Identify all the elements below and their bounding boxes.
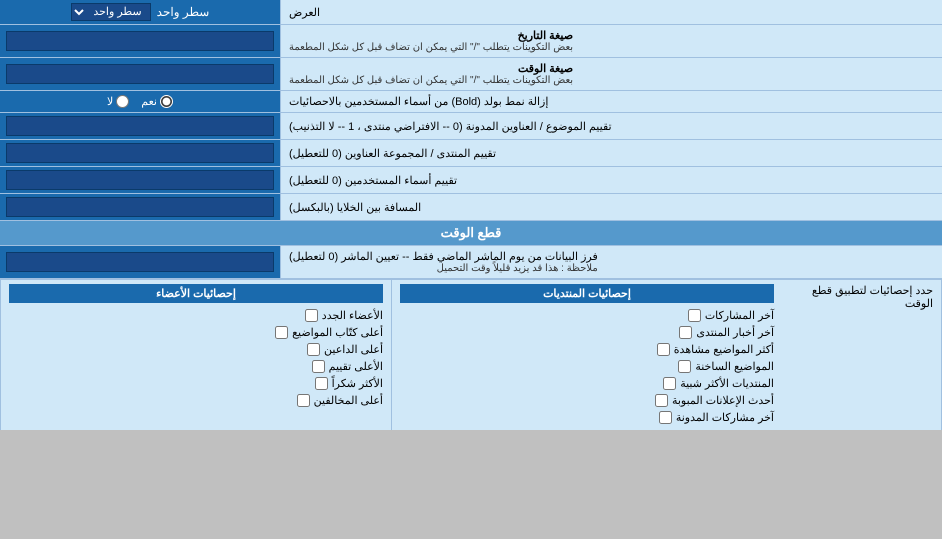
checkbox-last-news[interactable] [679, 326, 692, 339]
main-container: العرض سطر واحد سطر واحد سطرين ثلاثة أسطر… [0, 0, 942, 430]
bold-radio-no[interactable] [116, 95, 129, 108]
checkbox-last-posts[interactable] [688, 309, 701, 322]
forum-group-label: تقييم المنتدى / المجموعة العناوين (0 للت… [280, 140, 942, 166]
time-format-input[interactable]: H:i [6, 64, 274, 84]
cell-spacing-label: المسافة بين الخلايا (بالبكسل) [280, 194, 942, 220]
username-order-input[interactable]: 0 [6, 170, 274, 190]
header-label: العرض [280, 0, 942, 24]
checkbox-top-violators[interactable] [297, 394, 310, 407]
time-cut-row-note: ملاحظة : هذا قد يزيد قليلاً وقت التحميل [289, 263, 598, 274]
username-order-input-wrapper: 0 [0, 167, 280, 193]
bold-radio-yes[interactable] [160, 95, 173, 108]
topic-address-label: تقييم الموضوع / العناوين المدونة (0 -- ا… [280, 113, 942, 139]
checkbox-item: أعلى الداعين [9, 341, 383, 358]
checkbox-item: آخر المشاركات [400, 307, 774, 324]
bottom-left-label: حدد إحصائيات لتطبيق قطع الوقت [782, 280, 942, 430]
checkbox-top-rated[interactable] [312, 360, 325, 373]
bold-radio-no-label: لا [107, 95, 129, 108]
header-row: العرض سطر واحد سطر واحد سطرين ثلاثة أسطر [0, 0, 942, 25]
checkbox-item: المواضيع الساخنة [400, 358, 774, 375]
cell-spacing-title: المسافة بين الخلايا (بالبكسل) [289, 201, 421, 214]
checkbox-item: آخر مشاركات المدونة [400, 409, 774, 426]
checkbox-latest-ads[interactable] [655, 394, 668, 407]
checkboxes-outer: حدد إحصائيات لتطبيق قطع الوقت إحصائيات ا… [0, 280, 942, 430]
username-order-title: تقييم أسماء المستخدمين (0 للتعطيل) [289, 174, 457, 187]
time-format-row: صيغة الوقت بعض التكوينات يتطلب "/" التي … [0, 58, 942, 91]
checkbox-item: أحدث الإعلانات المبوبة [400, 392, 774, 409]
date-format-row: صيغة التاريخ بعض التكوينات يتطلب "/" الت… [0, 25, 942, 58]
time-cut-header: قطع الوقت [0, 221, 942, 246]
cell-spacing-input-wrapper: 2 [0, 194, 280, 220]
checkbox-hot-topics[interactable] [678, 360, 691, 373]
bold-remove-row: إزالة نمط بولد (Bold) من أسماء المستخدمي… [0, 91, 942, 113]
checkbox-most-thanked[interactable] [315, 377, 328, 390]
checkbox-item: آخر أخبار المنتدى [400, 324, 774, 341]
checkbox-col-members: إحصائيات الأعضاء الأعضاء الجدد أعلى كتّا… [0, 280, 391, 430]
checkbox-item: أعلى المخالفين [9, 392, 383, 409]
bottom-label-text: حدد إحصائيات لتطبيق قطع الوقت [790, 284, 933, 310]
forum-group-input[interactable]: 33 [6, 143, 274, 163]
date-format-label: صيغة التاريخ بعض التكوينات يتطلب "/" الت… [280, 25, 942, 57]
forums-col-header: إحصائيات المنتديات [400, 284, 774, 303]
username-order-row: تقييم أسماء المستخدمين (0 للتعطيل) 0 [0, 167, 942, 194]
cell-spacing-row: المسافة بين الخلايا (بالبكسل) 2 [0, 194, 942, 221]
checkbox-item: المنتديات الأكثر شبية [400, 375, 774, 392]
date-format-input-wrapper: d-m [0, 25, 280, 57]
members-col-header: إحصائيات الأعضاء [9, 284, 383, 303]
forum-group-title: تقييم المنتدى / المجموعة العناوين (0 للت… [289, 147, 496, 160]
checkbox-item: أعلى كتّاب المواضيع [9, 324, 383, 341]
time-format-sub: بعض التكوينات يتطلب "/" التي يمكن ان تضا… [289, 75, 573, 86]
checkbox-popular-forums[interactable] [663, 377, 676, 390]
checkbox-item: الأكثر شكراً [9, 375, 383, 392]
checkbox-most-viewed[interactable] [657, 343, 670, 356]
username-order-label: تقييم أسماء المستخدمين (0 للتعطيل) [280, 167, 942, 193]
checkbox-top-writers[interactable] [275, 326, 288, 339]
bold-remove-label: إزالة نمط بولد (Bold) من أسماء المستخدمي… [280, 91, 942, 112]
bold-radio-yes-label: نعم [141, 95, 173, 108]
bold-radio-group: نعم لا [107, 95, 173, 108]
date-format-title: صيغة التاريخ [289, 29, 573, 42]
time-cut-label: فرز البيانات من يوم الماشر الماضي فقط --… [280, 246, 942, 278]
time-cut-input-wrapper: 0 [0, 246, 280, 278]
display-mode-label: سطر واحد [157, 5, 210, 19]
topic-address-input-wrapper: 33 [0, 113, 280, 139]
date-format-sub: بعض التكوينات يتطلب "/" التي يمكن ان تضا… [289, 42, 573, 53]
header-label-text: العرض [289, 6, 320, 19]
header-input: سطر واحد سطر واحد سطرين ثلاثة أسطر [0, 0, 280, 24]
topic-address-input[interactable]: 33 [6, 116, 274, 136]
forum-group-input-wrapper: 33 [0, 140, 280, 166]
time-cut-row-title: فرز البيانات من يوم الماشر الماضي فقط --… [289, 250, 598, 263]
cell-spacing-input[interactable]: 2 [6, 197, 274, 217]
time-cut-input[interactable]: 0 [6, 252, 274, 272]
forum-group-row: تقييم المنتدى / المجموعة العناوين (0 للت… [0, 140, 942, 167]
date-format-input[interactable]: d-m [6, 31, 274, 51]
time-cut-title: قطع الوقت [441, 225, 502, 240]
time-cut-row: فرز البيانات من يوم الماشر الماضي فقط --… [0, 246, 942, 279]
checkbox-item: الأعضاء الجدد [9, 307, 383, 324]
checkbox-col-forums: إحصائيات المنتديات آخر المشاركات آخر أخب… [391, 280, 782, 430]
checkbox-top-inviters[interactable] [307, 343, 320, 356]
display-mode-select[interactable]: سطر واحد سطرين ثلاثة أسطر [71, 3, 151, 21]
bottom-section: حدد إحصائيات لتطبيق قطع الوقت إحصائيات ا… [0, 279, 942, 430]
bold-remove-input-wrapper: نعم لا [0, 91, 280, 112]
time-format-title: صيغة الوقت [289, 62, 573, 75]
topic-address-title: تقييم الموضوع / العناوين المدونة (0 -- ا… [289, 120, 612, 133]
bold-remove-title: إزالة نمط بولد (Bold) من أسماء المستخدمي… [289, 95, 548, 108]
checkbox-item: أكثر المواضيع مشاهدة [400, 341, 774, 358]
checkbox-new-members[interactable] [305, 309, 318, 322]
checkbox-last-blog-posts[interactable] [659, 411, 672, 424]
topic-address-row: تقييم الموضوع / العناوين المدونة (0 -- ا… [0, 113, 942, 140]
checkbox-item: الأعلى تقييم [9, 358, 383, 375]
time-format-label: صيغة الوقت بعض التكوينات يتطلب "/" التي … [280, 58, 942, 90]
time-format-input-wrapper: H:i [0, 58, 280, 90]
